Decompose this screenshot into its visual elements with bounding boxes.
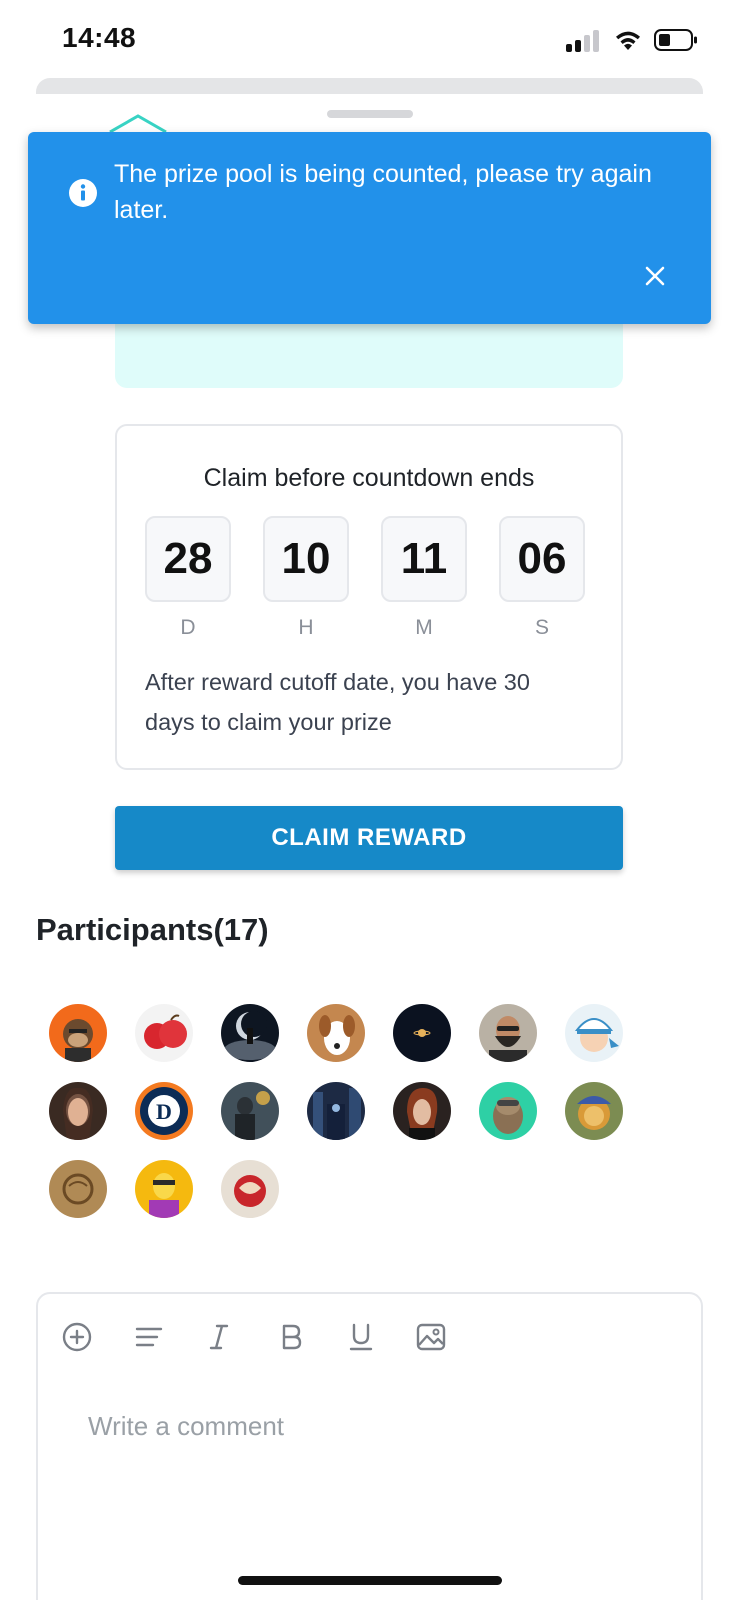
cellular-signal-icon	[566, 30, 602, 52]
woman-portrait-avatar[interactable]	[49, 1082, 107, 1140]
home-indicator	[238, 1576, 502, 1585]
wifi-icon	[616, 31, 640, 50]
participants-title: Participants(17)	[36, 912, 269, 947]
woman-redhair-avatar[interactable]	[393, 1082, 451, 1140]
align-icon[interactable]	[132, 1320, 166, 1354]
days-value: 28	[145, 516, 231, 602]
red-dragon-avatar[interactable]	[221, 1160, 279, 1218]
yellow-cartoon-avatar[interactable]	[135, 1160, 193, 1218]
claim-reward-button[interactable]: CLAIM REWARD	[115, 806, 623, 870]
seconds-value: 06	[499, 516, 585, 602]
seconds-unit: S	[534, 616, 549, 639]
hours-unit: H	[298, 616, 314, 639]
dog-avatar[interactable]	[307, 1004, 365, 1062]
minutes-unit: M	[415, 616, 433, 639]
status-bar: 14:48	[0, 0, 739, 78]
toast-message: The prize pool is being counted, please …	[114, 160, 652, 224]
planet-avatar[interactable]	[393, 1004, 451, 1062]
countdown-card: Claim before countdown ends 28 10 11 06 …	[115, 424, 623, 770]
apple-avatar[interactable]	[135, 1004, 193, 1062]
comment-editor	[36, 1292, 703, 1600]
cartoon-cap-avatar[interactable]	[565, 1004, 623, 1062]
hours-value: 10	[263, 516, 349, 602]
svg-text:D: D	[156, 1099, 172, 1124]
status-time: 14:48	[62, 22, 137, 53]
underline-icon[interactable]	[344, 1320, 378, 1354]
wood-carving-avatar[interactable]	[49, 1160, 107, 1218]
lion-avatar[interactable]	[565, 1082, 623, 1140]
moon-avatar[interactable]	[221, 1004, 279, 1062]
days-unit: D	[180, 616, 196, 639]
detroit-tigers-avatar[interactable]: D	[135, 1082, 193, 1140]
bold-icon[interactable]	[274, 1320, 308, 1354]
image-icon[interactable]	[414, 1320, 448, 1354]
countdown-title: Claim before countdown ends	[203, 464, 535, 492]
bearded-man-avatar[interactable]	[479, 1004, 537, 1062]
close-icon[interactable]	[642, 263, 668, 289]
city-night-avatar[interactable]	[307, 1082, 365, 1140]
ape-orange-avatar[interactable]	[49, 1004, 107, 1062]
minutes-value: 11	[381, 516, 467, 602]
sheet-grabber[interactable]	[327, 110, 413, 118]
otter-avatar[interactable]	[479, 1082, 537, 1140]
italic-icon[interactable]	[202, 1320, 236, 1354]
soldier-avatar[interactable]	[221, 1082, 279, 1140]
comment-input[interactable]	[88, 1406, 648, 1446]
add-icon[interactable]	[60, 1320, 94, 1354]
battery-icon	[654, 29, 697, 51]
info-icon	[69, 179, 97, 207]
info-toast: The prize pool is being counted, please …	[28, 132, 711, 324]
claim-note: After reward cutoff date, you have 30 da…	[145, 669, 530, 735]
